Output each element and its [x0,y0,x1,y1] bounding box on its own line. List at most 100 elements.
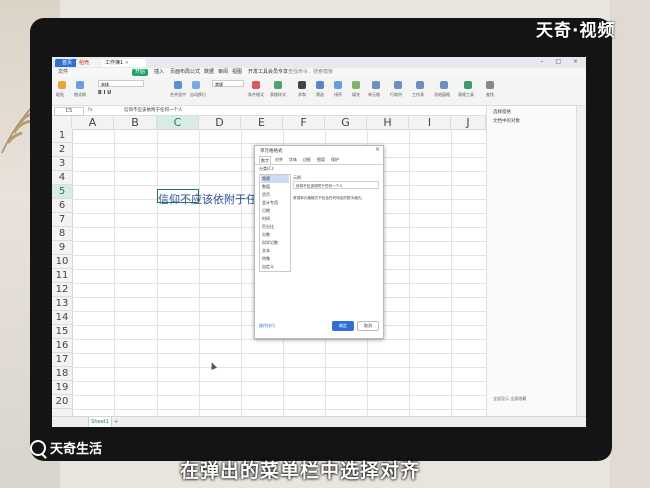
category-item[interactable]: 数值 [261,183,289,191]
fill-icon[interactable] [352,81,360,89]
row-col-icon[interactable] [394,81,402,89]
name-box[interactable]: C5 [54,107,84,116]
formula-input[interactable]: 信仰不应该依附于任何一个人 [124,106,183,115]
row-header[interactable]: 3 [52,157,72,171]
row-header[interactable]: 13 [52,297,72,311]
sum-icon[interactable] [298,81,306,89]
selection-pane-item[interactable]: 文档中的对象 [493,118,520,124]
paste-icon[interactable] [58,81,66,89]
font-name-select[interactable]: 宋体 [98,80,144,87]
row-header[interactable]: 6 [52,199,72,213]
freeze-panes-icon[interactable] [440,81,448,89]
column-header[interactable]: A [72,116,114,129]
menu-member[interactable]: 会员专享 [268,68,288,77]
close-icon[interactable]: × [375,146,380,153]
merge-center-icon[interactable] [174,81,182,89]
column-header-selected[interactable]: C [157,116,199,129]
sheet-tab-sheet1[interactable]: Sheet1 [88,417,112,427]
title-bar: 首页 稻壳 工作簿1 × – □ × [52,57,586,68]
row-header[interactable]: 11 [52,269,72,283]
table-style-icon[interactable] [274,81,282,89]
category-item[interactable]: 货币 [261,191,289,199]
category-item[interactable]: 科学记数 [261,239,289,247]
select-all-corner[interactable] [52,116,72,129]
row-header[interactable]: 2 [52,143,72,157]
tab-font[interactable]: 字体 [289,156,297,164]
ok-button[interactable]: 确定 [332,321,354,331]
cell-icon[interactable] [372,81,380,89]
menu-file[interactable]: 文件 [58,68,68,77]
category-item[interactable]: 分数 [261,231,289,239]
number-format-select[interactable]: 常规 [212,80,244,87]
sort-label: 排序 [334,92,342,97]
active-cell-border[interactable] [157,189,199,203]
column-header[interactable]: G [325,116,367,129]
row-header[interactable]: 18 [52,367,72,381]
tab-protection[interactable]: 保护 [331,156,339,164]
wrap-text-icon[interactable] [192,81,200,89]
close-tab-icon[interactable]: × [125,60,129,66]
conditional-format-icon[interactable] [252,81,260,89]
row-header[interactable]: 15 [52,325,72,339]
category-list[interactable]: 常规 数值 货币 会计专用 日期 时间 百分比 分数 科学记数 文本 特殊 自定… [259,174,291,272]
sort-icon[interactable] [334,81,342,89]
row-header-selected[interactable]: 5 [52,185,72,199]
selection-pane-footer[interactable]: 全部显示 全部隐藏 [493,396,526,402]
column-header[interactable]: F [283,116,325,129]
category-item[interactable]: 百分比 [261,223,289,231]
menu-view[interactable]: 视图 [232,68,242,77]
column-header[interactable]: B [114,116,157,129]
row-header[interactable]: 17 [52,353,72,367]
tab-border[interactable]: 边框 [303,156,311,164]
category-item[interactable]: 自定义 [261,263,289,271]
font-style-buttons[interactable]: B I U [98,90,111,96]
category-item[interactable]: 会计专用 [261,199,289,207]
menu-developer[interactable]: 开发工具 [248,68,268,77]
category-item[interactable]: 时间 [261,215,289,223]
window-controls[interactable]: – □ × [540,58,583,65]
tips-link[interactable]: 操作技巧 [259,323,275,329]
row-header[interactable]: 19 [52,381,72,395]
fx-icon[interactable]: fx [88,106,93,115]
table-tools-icon[interactable] [464,81,472,89]
cancel-button[interactable]: 取消 [357,321,379,331]
category-item[interactable]: 特殊 [261,255,289,263]
menu-page-layout[interactable]: 页面布局 [170,68,190,77]
row-header[interactable]: 14 [52,311,72,325]
column-header[interactable]: D [199,116,241,129]
row-header[interactable]: 20 [52,395,72,409]
category-item[interactable]: 文本 [261,247,289,255]
tab-workbook1[interactable]: 工作簿1 × [102,59,146,67]
worksheet-icon[interactable] [416,81,424,89]
row-header[interactable]: 7 [52,213,72,227]
row-header[interactable]: 16 [52,339,72,353]
side-toolbar[interactable] [576,106,586,416]
column-header[interactable]: H [367,116,409,129]
category-item-selected[interactable]: 常规 [261,175,289,183]
tab-docer[interactable]: 稻壳 [76,59,104,67]
find-icon[interactable] [486,81,494,89]
menu-insert[interactable]: 插入 [154,68,164,77]
category-item[interactable]: 日期 [261,207,289,215]
row-header[interactable]: 1 [52,129,72,143]
column-header[interactable]: J [451,116,486,129]
menu-data[interactable]: 数据 [204,68,214,77]
column-header[interactable]: I [409,116,451,129]
tab-alignment[interactable]: 对齐 [275,156,283,164]
sheet-tab-bar: Sheet1 + [52,416,586,427]
tab-pattern[interactable]: 图案 [317,156,325,164]
menu-start[interactable]: 开始 [132,69,149,76]
filter-icon[interactable] [316,81,324,89]
row-header[interactable]: 10 [52,255,72,269]
column-header[interactable]: E [241,116,283,129]
add-sheet-button[interactable]: + [114,417,118,427]
command-search-input[interactable]: 查找命令、搜索模板 [288,68,333,77]
tab-number[interactable]: 数字 [259,156,271,164]
menu-review[interactable]: 审阅 [218,68,228,77]
row-header[interactable]: 12 [52,283,72,297]
row-header[interactable]: 8 [52,227,72,241]
row-header[interactable]: 4 [52,171,72,185]
row-header[interactable]: 9 [52,241,72,255]
format-painter-icon[interactable] [76,81,84,89]
menu-formulas[interactable]: 公式 [190,68,200,77]
